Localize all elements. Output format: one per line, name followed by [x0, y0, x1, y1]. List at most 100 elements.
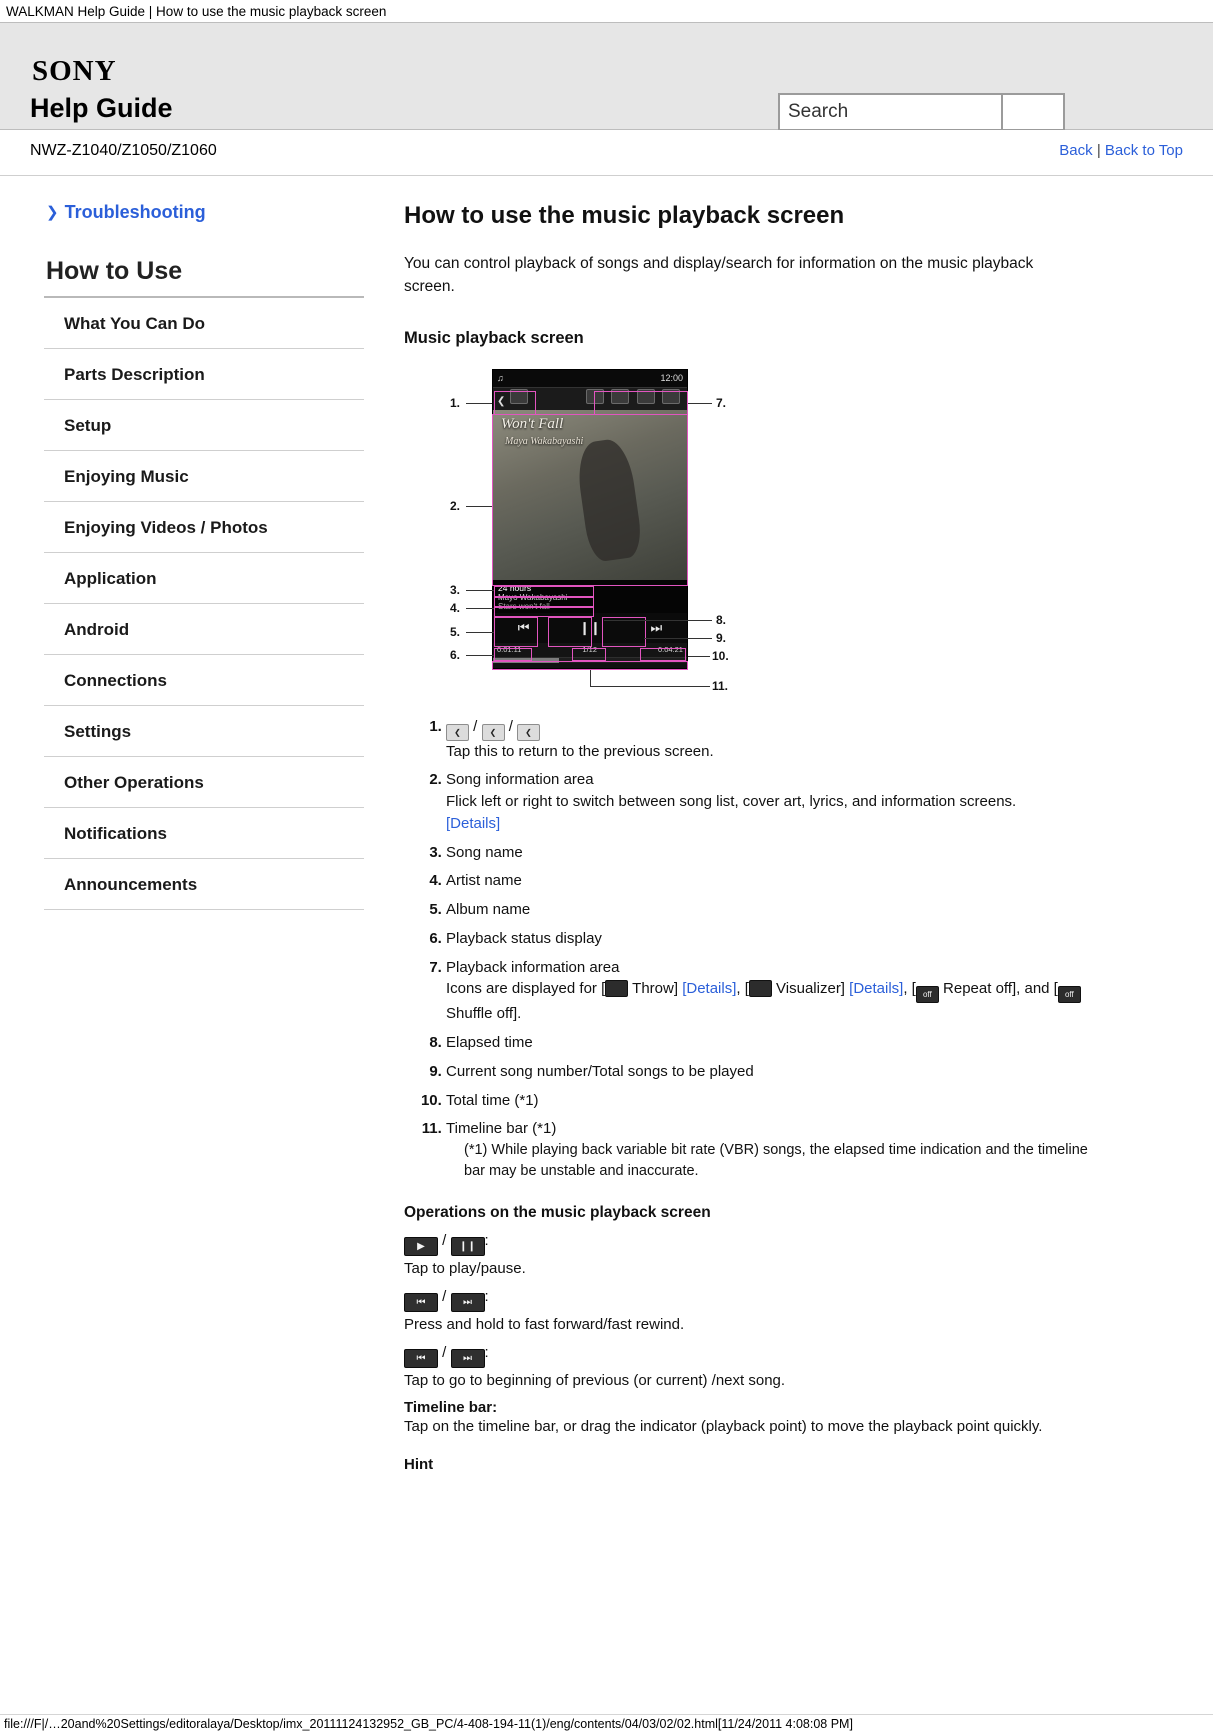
legend-item-6: Playback status display	[446, 928, 1103, 950]
timeline-bar	[493, 656, 687, 663]
sidebar-item-troubleshooting[interactable]: ❯ Troubleshooting	[46, 202, 390, 223]
prev-icon: ⏮	[404, 1348, 438, 1368]
playback-information-area	[585, 388, 683, 409]
device-top-bar: ❮	[493, 386, 687, 410]
model-number: NWZ-Z1040/Z1050/Z1060	[30, 142, 217, 159]
timeline-progress	[493, 657, 559, 663]
sidebar-item-label[interactable]: Notifications	[44, 808, 364, 858]
callout-5: 5.	[450, 624, 461, 639]
sidebar-item-android[interactable]: Android	[44, 604, 364, 655]
shuffle-off-icon	[662, 388, 680, 404]
sidebar-item-enjoying-music[interactable]: Enjoying Music	[44, 451, 364, 502]
sidebar-item-label[interactable]: Other Operations	[44, 757, 364, 807]
song-name: 24 hours	[498, 582, 532, 593]
sidebar-item-settings[interactable]: Settings	[44, 706, 364, 757]
operations-heading: Operations on the music playback screen	[404, 1204, 711, 1222]
back-library-icon: ❮	[446, 723, 469, 741]
legend-item-4: Artist name	[446, 870, 1103, 892]
details-link-visualizer[interactable]: [Details]	[849, 980, 903, 997]
timeline-bar-desc: Tap on the timeline bar, or drag the ind…	[404, 1418, 1043, 1436]
sidebar-item-parts-description[interactable]: Parts Description	[44, 349, 364, 400]
leader-line-11	[590, 685, 710, 687]
back-lyrics-icon: ❮	[481, 723, 505, 741]
section-heading-music-playback-screen: Music playback screen	[404, 328, 584, 347]
operation-desc-ff-rew: Press and hold to fast forward/fast rewi…	[404, 1315, 685, 1333]
next-icon: ⏭	[650, 619, 663, 635]
legend-item-7-text: Icons are displayed for [ Throw] [Detail…	[446, 978, 1103, 1025]
sidebar-item-label[interactable]: Settings	[44, 706, 364, 756]
legend-item-4-title: Artist name	[446, 872, 522, 890]
next-icon: ⏭	[450, 1348, 485, 1368]
previous-icon: ⏮	[517, 619, 530, 635]
search-input[interactable]	[778, 93, 1003, 131]
sidebar-item-other-operations[interactable]: Other Operations	[44, 757, 364, 808]
sidebar-item-what-you-can-do[interactable]: What You Can Do	[44, 298, 364, 349]
back-info-icon: ❮	[517, 723, 541, 741]
sidebar-item-label[interactable]: Announcements	[44, 859, 364, 909]
figure-legend-list: ❮ / ❮ / ❮ Tap this to return to the prev…	[404, 716, 1103, 1183]
details-link-song-info[interactable]: [Details]	[446, 815, 500, 832]
op-sep: /	[442, 1287, 447, 1305]
sidebar: ❯ Troubleshooting How to Use What You Ca…	[0, 202, 400, 1473]
sidebar-item-label[interactable]: Setup	[44, 400, 364, 450]
page-title: Help Guide	[30, 93, 173, 123]
legend-item-6-title: Playback status display	[446, 929, 602, 947]
operation-row-track-skip: ⏮ / ⏭:	[404, 1344, 1103, 1368]
pause-icon: ❙❙	[450, 1237, 485, 1257]
back-link[interactable]: Back	[1059, 142, 1092, 159]
throw-icon	[585, 388, 604, 404]
sidebar-item-application[interactable]: Application	[44, 553, 364, 604]
legend-7-part2: , [	[736, 980, 749, 998]
back-to-top-link[interactable]: Back to Top	[1105, 142, 1183, 159]
sidebar-item-setup[interactable]: Setup	[44, 400, 364, 451]
timeline-bar-label: Timeline bar:	[404, 1399, 498, 1417]
legend-item-7-title: Playback information area	[446, 958, 620, 976]
sidebar-item-label[interactable]: Application	[44, 553, 364, 603]
sidebar-item-label[interactable]: Enjoying Music	[44, 451, 364, 501]
op-colon: :	[484, 1232, 489, 1250]
troubleshooting-label[interactable]: Troubleshooting	[65, 202, 206, 223]
pause-icon: ❙❙	[579, 619, 601, 635]
browser-title: WALKMAN Help Guide | How to use the musi…	[6, 4, 387, 19]
callout-1: 1.	[450, 395, 461, 410]
sidebar-item-notifications[interactable]: Notifications	[44, 808, 364, 859]
leader-line-6	[466, 654, 494, 656]
callout-10: 10.	[712, 648, 729, 663]
leader-line-8	[604, 619, 712, 621]
legend-7-part1: Icons are displayed for [	[446, 980, 606, 998]
leader-line-9	[644, 637, 712, 639]
cover-art-figure	[574, 436, 645, 564]
leader-line-1	[466, 402, 492, 404]
leader-line-2	[466, 505, 492, 507]
sidebar-item-label[interactable]: Android	[44, 604, 364, 654]
sidebar-item-label[interactable]: What You Can Do	[44, 298, 364, 348]
top-nav-links: Back | Back to Top	[1059, 142, 1183, 159]
details-link-throw[interactable]: [Details]	[682, 980, 736, 997]
leader-line-3	[466, 589, 494, 591]
operation-desc-play-pause: Tap to play/pause.	[404, 1260, 526, 1278]
legend-7-part3: , [	[903, 980, 916, 998]
sidebar-item-label[interactable]: Parts Description	[44, 349, 364, 399]
song-information-area: 24 hours Mayo Wakabayashi Stars won't fa…	[493, 579, 687, 613]
status-clock: 12:00	[660, 373, 683, 383]
legend-item-8-title: Elapsed time	[446, 1034, 533, 1051]
sidebar-item-connections[interactable]: Connections	[44, 655, 364, 706]
search-button[interactable]	[1003, 93, 1065, 131]
sidebar-item-announcements[interactable]: Announcements	[44, 859, 364, 910]
elapsed-time: 0:01:11	[497, 645, 522, 654]
legend-sep: /	[508, 717, 518, 735]
total-time: 0:04:21	[657, 645, 683, 654]
legend-item-2: Song information area Flick left or righ…	[446, 769, 1103, 834]
leader-line-11-vert	[590, 669, 591, 686]
browser-status-bar: file:///F|/…20and%20Settings/editoralaya…	[0, 1714, 1213, 1733]
sidebar-item-label[interactable]: Enjoying Videos / Photos	[44, 502, 364, 552]
visualizer-icon	[748, 980, 772, 998]
visualizer-icon	[611, 388, 630, 404]
legend-7-shuffle: Shuffle off].	[446, 1005, 522, 1023]
legend-item-5: Album name	[446, 899, 1103, 921]
callout-3: 3.	[450, 582, 461, 597]
artist-name: Mayo Wakabayashi	[498, 592, 568, 602]
sidebar-item-label[interactable]: Connections	[44, 655, 364, 705]
legend-item-2-text: Flick left or right to switch between so…	[446, 793, 1017, 810]
sidebar-item-enjoying-videos-photos[interactable]: Enjoying Videos / Photos	[44, 502, 364, 553]
